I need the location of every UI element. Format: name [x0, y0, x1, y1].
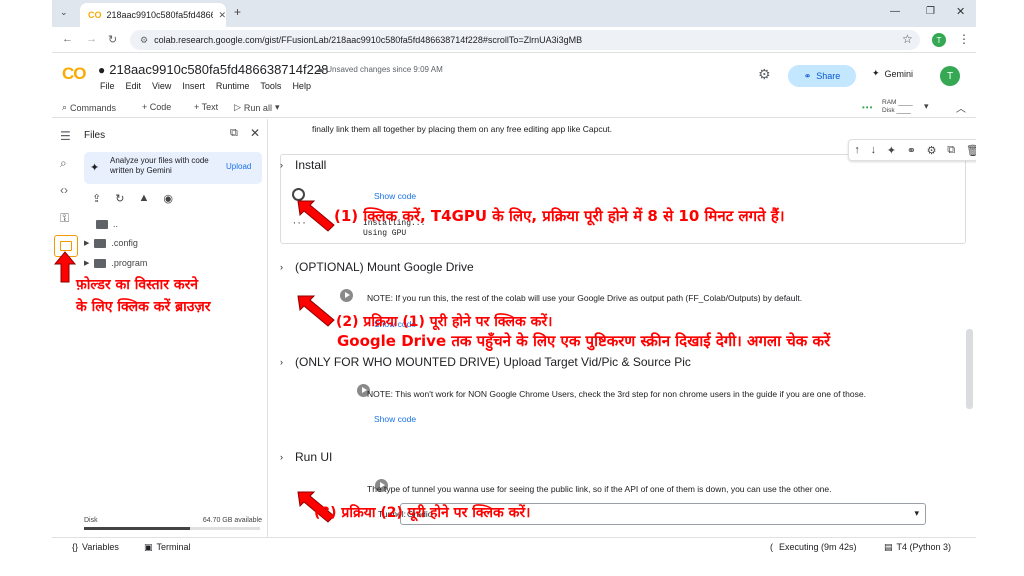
annotation-step2: (2) प्रक्रिया (1) पूरी होने पर क्लिक करे…: [336, 314, 553, 330]
annotation-arrow-up: [53, 251, 77, 283]
annotation-step3: (3) प्रक्रिया (2) पूरी होने पर क्लिक करे…: [314, 505, 531, 521]
annotation-folder-hint-line1: फ़ोल्डर का विस्तार करने: [76, 277, 199, 293]
annotation-folder-hint-line2: के लिए क्लिक करें ब्राउज़र: [76, 299, 211, 315]
colab-window: ⌄ CO 218aac9910c580fa5fd48663871 ✕ + — ❐…: [52, 0, 976, 560]
annotation-arrow-2: [297, 295, 335, 327]
annotation-step2b: Google Drive तक पहुँचने के लिए एक पुष्टि…: [337, 332, 831, 350]
annotation-arrow-1: [297, 200, 335, 232]
annotation-step1: (1) क्लिक करें, T4GPU के लिए, प्रक्रिया …: [334, 207, 785, 225]
